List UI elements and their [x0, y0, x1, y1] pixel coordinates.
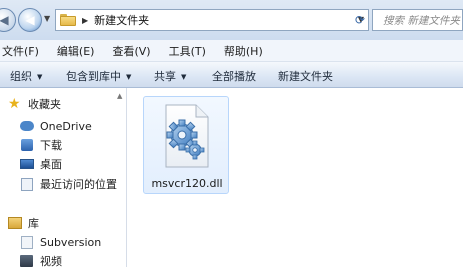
- nav-onedrive[interactable]: OneDrive: [20, 117, 92, 135]
- include-library-label: 包含到库中: [66, 70, 121, 83]
- file-list[interactable]: msvcr120.dll: [127, 88, 463, 267]
- nav-libraries[interactable]: 库: [8, 214, 39, 232]
- recent-places-icon: [20, 177, 34, 191]
- scroll-up-icon[interactable]: ▲: [117, 92, 122, 100]
- navigation-pane: ▲ ★ 收藏夹 OneDrive 下载 桌面 最近访问的位置 库 Subvers…: [0, 88, 127, 270]
- dll-gear-icon: [165, 104, 209, 168]
- nav-downloads[interactable]: 下载: [20, 136, 62, 154]
- chevron-down-icon: ▼: [181, 73, 187, 81]
- nav-subversion[interactable]: Subversion: [20, 233, 101, 251]
- chevron-down-icon: ▼: [37, 73, 43, 81]
- menu-help[interactable]: 帮助(H): [224, 43, 263, 59]
- star-icon: ★: [8, 96, 21, 112]
- library-icon: [8, 216, 22, 230]
- nav-favorites[interactable]: ★ 收藏夹: [8, 95, 61, 113]
- nav-videos[interactable]: 视频: [20, 252, 62, 270]
- arrow-left-icon: ◀: [0, 13, 9, 27]
- chevron-down-icon: ▼: [126, 73, 132, 81]
- organize-button[interactable]: 组织 ▼: [10, 68, 42, 84]
- new-folder-button[interactable]: 新建文件夹: [278, 68, 333, 84]
- folder-icon: [60, 14, 76, 26]
- command-bar: 组织 ▼ 包含到库中 ▼ 共享 ▼ 全部播放 新建文件夹: [0, 62, 463, 88]
- search-input[interactable]: 搜索 新建文件夹: [372, 9, 463, 31]
- document-icon: [20, 235, 34, 249]
- address-bar: ◀ ◀ ▼ ▶ 新建文件夹 ▼ ⟳ 搜索 新建文件夹: [0, 0, 463, 40]
- nav-label: 收藏夹: [28, 98, 61, 111]
- file-name: msvcr120.dll: [151, 177, 223, 190]
- back-button[interactable]: ◀: [0, 8, 16, 32]
- path-box[interactable]: ▶ 新建文件夹 ▼: [55, 9, 369, 31]
- file-item[interactable]: msvcr120.dll: [143, 96, 229, 194]
- menu-bar: 文件(F) 编辑(E) 查看(V) 工具(T) 帮助(H): [0, 40, 463, 62]
- refresh-icon: ⟳: [354, 13, 366, 27]
- include-in-library-button[interactable]: 包含到库中 ▼: [66, 68, 131, 84]
- nav-label: 库: [28, 217, 39, 230]
- forward-button[interactable]: ◀: [18, 8, 42, 32]
- nav-label: 下载: [40, 139, 62, 152]
- search-placeholder: 搜索 新建文件夹: [383, 14, 460, 27]
- nav-recent-places[interactable]: 最近访问的位置: [20, 175, 117, 193]
- download-icon: [20, 138, 34, 152]
- nav-label: 桌面: [40, 158, 62, 171]
- nav-label: 最近访问的位置: [40, 178, 117, 191]
- menu-file[interactable]: 文件(F): [2, 43, 39, 59]
- menu-tools[interactable]: 工具(T): [169, 43, 206, 59]
- nav-desktop[interactable]: 桌面: [20, 155, 62, 173]
- arrow-right-icon: ◀: [25, 13, 35, 27]
- path-segment[interactable]: 新建文件夹: [94, 12, 149, 28]
- play-all-button[interactable]: 全部播放: [212, 68, 256, 84]
- cloud-icon: [20, 119, 34, 133]
- menu-edit[interactable]: 编辑(E): [57, 43, 95, 59]
- refresh-button[interactable]: ⟳: [352, 10, 368, 30]
- nav-label: Subversion: [40, 235, 102, 249]
- desktop-icon: [20, 157, 34, 171]
- share-label: 共享: [154, 70, 176, 83]
- path-separator-icon[interactable]: ▶: [82, 16, 88, 25]
- nav-label: OneDrive: [40, 119, 92, 133]
- organize-label: 组织: [10, 70, 32, 83]
- share-button[interactable]: 共享 ▼: [154, 68, 186, 84]
- video-icon: [20, 254, 34, 268]
- recent-pages-dropdown[interactable]: ▼: [44, 14, 50, 23]
- menu-view[interactable]: 查看(V): [112, 43, 150, 59]
